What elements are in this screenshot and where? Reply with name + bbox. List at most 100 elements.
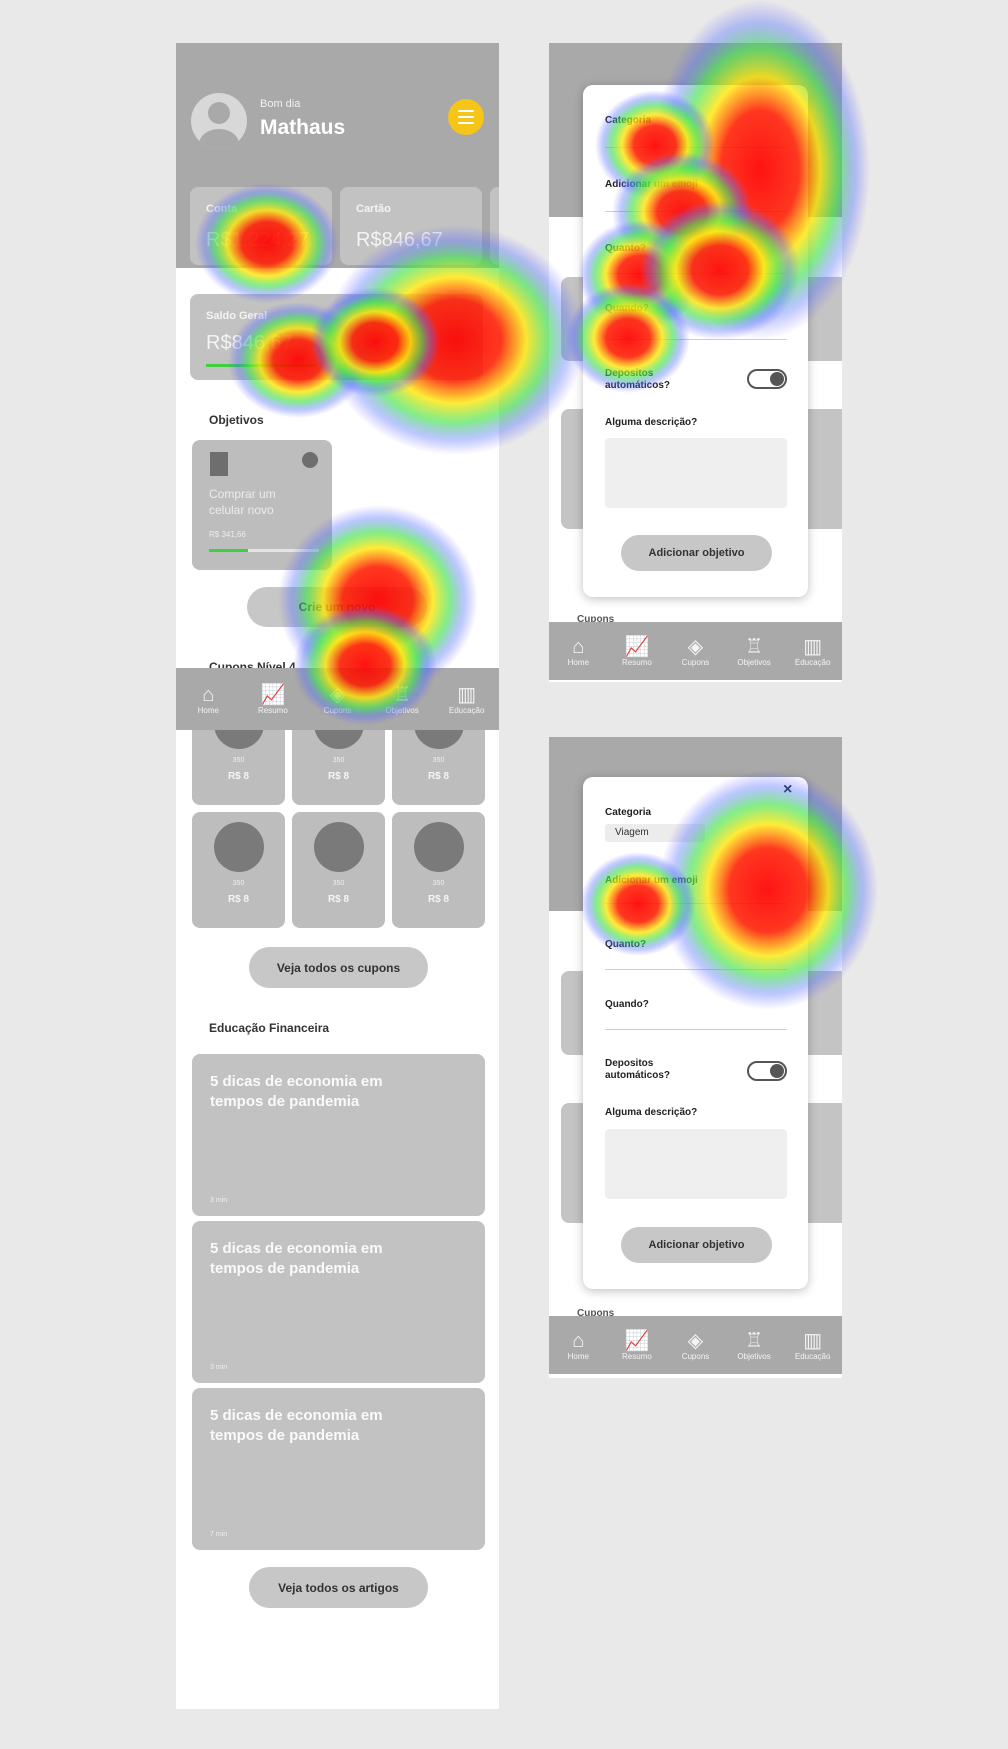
coupon-price: R$ 8 bbox=[327, 894, 350, 905]
coupon-points: 350 bbox=[332, 757, 345, 764]
article-card[interactable]: 5 dicas de economia em tempos de pandemi… bbox=[192, 1221, 485, 1383]
article-title: 5 dicas de economia em tempos de pandemi… bbox=[210, 1407, 383, 1444]
nav-label: Educação bbox=[794, 1351, 831, 1361]
nav-educacao[interactable]: ▥ Educação bbox=[434, 668, 499, 730]
goal-status-icon bbox=[302, 452, 318, 468]
date-field[interactable] bbox=[605, 339, 787, 340]
coupon-card[interactable]: 350 R$ 8 bbox=[192, 812, 285, 928]
coupon-price: R$ 8 bbox=[327, 771, 350, 782]
description-input[interactable] bbox=[605, 438, 787, 508]
chart-icon: 📈 bbox=[260, 683, 286, 706]
credit-card-card[interactable]: Cartão R$846,67 bbox=[340, 187, 482, 265]
balance-label: Saldo Geral bbox=[206, 310, 268, 322]
coupon-price: R$ 8 bbox=[427, 894, 450, 905]
nav-label: Home bbox=[567, 657, 589, 667]
coupon-points: 350 bbox=[432, 880, 445, 887]
nav-label: Resumo bbox=[621, 1351, 652, 1361]
nav-educacao[interactable]: ▥ Educação bbox=[783, 1316, 842, 1374]
nav-objetivos[interactable]: ♖ Objetivos bbox=[370, 668, 435, 730]
ticket-icon: ◈ bbox=[687, 1329, 704, 1352]
trophy-icon: ♖ bbox=[745, 635, 764, 658]
auto-deposit-toggle[interactable] bbox=[747, 369, 787, 389]
amount-field[interactable] bbox=[605, 969, 787, 970]
home-icon: ⌂ bbox=[572, 1329, 585, 1352]
article-title: 5 dicas de economia em tempos de pandemi… bbox=[210, 1073, 383, 1110]
coupon-logo bbox=[314, 822, 364, 872]
coupon-logo bbox=[214, 822, 264, 872]
nav-resumo[interactable]: 📈 Resumo bbox=[608, 1316, 667, 1374]
article-card[interactable]: 5 dicas de economia em tempos de pandemi… bbox=[192, 1054, 485, 1216]
nav-home[interactable]: ⌂ Home bbox=[549, 622, 608, 680]
nav-educacao[interactable]: ▥ Educação bbox=[783, 622, 842, 680]
emoji-field[interactable] bbox=[605, 211, 787, 212]
nav-objetivos[interactable]: ♖ Objetivos bbox=[725, 1316, 784, 1374]
balance-value: R$846,67 bbox=[206, 332, 293, 354]
create-goal-button[interactable]: Crie um novo bbox=[247, 587, 427, 627]
nav-label: Educação bbox=[448, 705, 485, 715]
book-icon: ▥ bbox=[803, 1329, 823, 1352]
nav-resumo[interactable]: 📈 Resumo bbox=[608, 622, 667, 680]
new-goal-screen-1: Cupons ⌂ Home 📈 Resumo ◈ Cupons ♖ Objetivos … bbox=[549, 43, 842, 682]
new-goal-screen-2: Cupons ⌂ Home 📈 Resumo ◈ Cupons ♖ Objetivos … bbox=[549, 737, 842, 1378]
home-icon: ⌂ bbox=[572, 635, 585, 658]
nav-label: Home bbox=[567, 1351, 589, 1361]
close-icon[interactable]: × bbox=[783, 781, 792, 799]
avatar[interactable] bbox=[191, 93, 247, 149]
balance-progress bbox=[206, 364, 316, 367]
nav-label: Educação bbox=[794, 657, 831, 667]
chart-icon: 📈 bbox=[624, 1329, 650, 1352]
card-peek[interactable] bbox=[490, 187, 499, 265]
new-goal-modal: × Categoria Viagem Adicionar um emoji Qu… bbox=[583, 777, 808, 1289]
bottom-nav: ⌂ Home 📈 Resumo ◈ Cupons ♖ Objetivos ▥ Educaç… bbox=[549, 622, 842, 680]
coupon-points: 350 bbox=[232, 880, 245, 887]
auto-deposit-toggle[interactable] bbox=[747, 1061, 787, 1081]
bottom-nav: ⌂ Home 📈 Resumo ◈ Cupons ♖ Objetivos ▥ Educaç… bbox=[176, 668, 499, 730]
nav-cupons[interactable]: ◈ Cupons bbox=[305, 668, 370, 730]
add-goal-button[interactable]: Adicionar objetivo bbox=[621, 535, 772, 571]
all-articles-button[interactable]: Veja todos os artigos bbox=[249, 1567, 428, 1608]
nav-resumo[interactable]: 📈 Resumo bbox=[241, 668, 306, 730]
category-label: Categoria bbox=[605, 115, 652, 126]
nav-home[interactable]: ⌂ Home bbox=[549, 1316, 608, 1374]
card-label: Cartão bbox=[356, 203, 391, 215]
menu-button[interactable] bbox=[448, 99, 484, 135]
all-coupons-button[interactable]: Veja todos os cupons bbox=[249, 947, 428, 988]
add-goal-button[interactable]: Adicionar objetivo bbox=[621, 1227, 772, 1263]
menu-icon bbox=[458, 110, 474, 112]
card-value: R$1.224,27 bbox=[206, 229, 310, 251]
goal-text: Comprar um celular novo bbox=[209, 487, 276, 517]
auto-deposit-label: Depositos automáticos? bbox=[605, 1058, 671, 1081]
nav-label: Resumo bbox=[257, 705, 288, 715]
nav-cupons[interactable]: ◈ Cupons bbox=[666, 622, 725, 680]
date-label: Quando? bbox=[605, 303, 649, 314]
nav-objetivos[interactable]: ♖ Objetivos bbox=[725, 622, 784, 680]
coupon-card[interactable]: 350 R$ 8 bbox=[292, 812, 385, 928]
emoji-field[interactable] bbox=[605, 903, 787, 904]
balance-card[interactable]: Saldo Geral R$846,67 bbox=[190, 294, 483, 380]
amount-label: Quanto? bbox=[605, 243, 647, 254]
date-label: Quando? bbox=[605, 999, 649, 1010]
nav-home[interactable]: ⌂ Home bbox=[176, 668, 241, 730]
date-field[interactable] bbox=[605, 1029, 787, 1030]
trophy-icon: ♖ bbox=[745, 1329, 764, 1352]
coupon-card[interactable]: 350 R$ 8 bbox=[392, 812, 485, 928]
nav-label: Cupons bbox=[681, 657, 710, 667]
category-field[interactable] bbox=[605, 147, 787, 148]
toggle-knob bbox=[770, 372, 784, 386]
account-card[interactable]: Conta R$1.224,27 bbox=[190, 187, 332, 265]
amount-label: Quanto? bbox=[605, 939, 647, 950]
category-select[interactable]: Viagem bbox=[605, 824, 705, 842]
category-label: Categoria bbox=[605, 807, 652, 818]
heatmap-overlay bbox=[195, 0, 878, 1010]
amount-field[interactable] bbox=[605, 273, 787, 274]
goal-card[interactable]: Comprar um celular novo R$ 341,66 bbox=[192, 440, 332, 570]
coupon-points: 350 bbox=[332, 880, 345, 887]
description-input[interactable] bbox=[605, 1129, 787, 1199]
education-title: Educação Financeira bbox=[209, 1021, 330, 1035]
nav-cupons[interactable]: ◈ Cupons bbox=[666, 1316, 725, 1374]
article-card[interactable]: 5 dicas de economia em tempos de pandemi… bbox=[192, 1388, 485, 1550]
coupon-price: R$ 8 bbox=[227, 771, 250, 782]
book-icon: ▥ bbox=[457, 683, 477, 706]
nav-label: Objetivos bbox=[737, 1351, 771, 1361]
article-time: 3 min bbox=[210, 1197, 228, 1204]
